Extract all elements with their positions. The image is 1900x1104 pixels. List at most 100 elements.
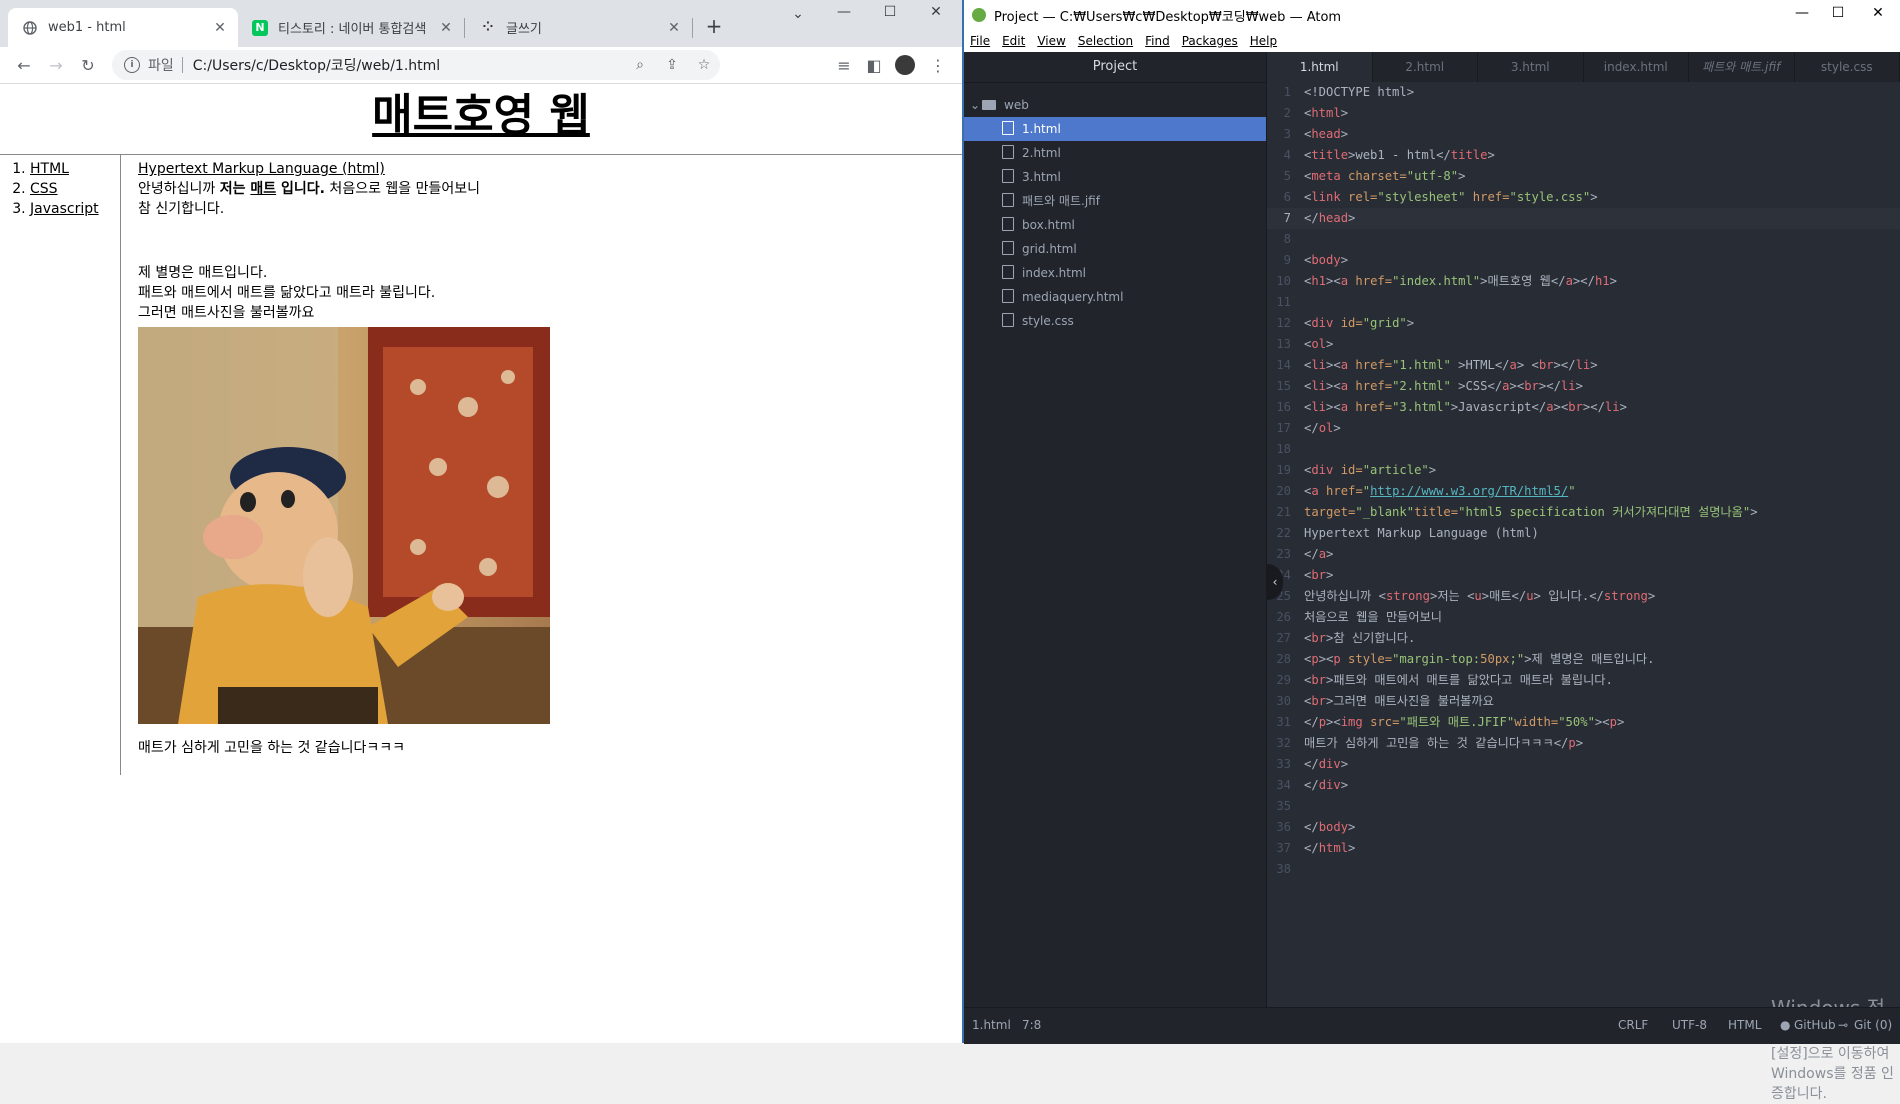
- tab-web1[interactable]: web1 - html ✕: [8, 8, 238, 47]
- editor-tab[interactable]: style.css: [1795, 52, 1900, 82]
- code-line[interactable]: 14<li><a href="1.html" >HTML</a> <br></l…: [1267, 355, 1900, 376]
- code-line[interactable]: 2<html>: [1267, 103, 1900, 124]
- code-line[interactable]: 13<ol>: [1267, 334, 1900, 355]
- tab-naver[interactable]: N 티스토리 : 네이버 통합검색 ✕: [238, 8, 464, 47]
- code-line[interactable]: 18: [1267, 439, 1900, 460]
- menu-find[interactable]: Find: [1145, 34, 1170, 48]
- menu-help[interactable]: Help: [1250, 34, 1277, 48]
- code-area[interactable]: 1<!DOCTYPE html>2<html>3<head>4<title>we…: [1267, 82, 1900, 1007]
- menu-selection[interactable]: Selection: [1078, 34, 1133, 48]
- code-line[interactable]: 1<!DOCTYPE html>: [1267, 82, 1900, 103]
- html-link[interactable]: HTML: [30, 161, 69, 177]
- code-line[interactable]: 32매트가 심하게 고민을 하는 것 같습니다ㅋㅋㅋ</p>: [1267, 733, 1900, 754]
- status-git[interactable]: Git (0): [1854, 1018, 1892, 1032]
- code-line[interactable]: 23</a>: [1267, 544, 1900, 565]
- status-file[interactable]: 1.html: [972, 1018, 1011, 1032]
- code-line[interactable]: 9<body>: [1267, 250, 1900, 271]
- url-text[interactable]: C:/Users/c/Desktop/코딩/web/1.html: [193, 55, 624, 75]
- code-line[interactable]: 7</head>: [1267, 208, 1900, 229]
- tab-search-icon[interactable]: ⌄: [776, 6, 820, 22]
- github-icon[interactable]: ●: [1780, 1018, 1790, 1032]
- code-line[interactable]: 37</html>: [1267, 838, 1900, 859]
- status-github[interactable]: GitHub: [1794, 1018, 1836, 1032]
- code-line[interactable]: 36</body>: [1267, 817, 1900, 838]
- tree-file[interactable]: 패트와 매트.jfif: [964, 189, 1266, 213]
- tree-file[interactable]: 2.html: [964, 141, 1266, 165]
- editor-tab[interactable]: 2.html: [1373, 52, 1479, 82]
- status-encoding[interactable]: UTF-8: [1672, 1018, 1707, 1032]
- menu-file[interactable]: File: [970, 34, 990, 48]
- bookmark-star-icon[interactable]: ☆: [688, 57, 720, 73]
- code-line[interactable]: 16<li><a href="3.html">Javascript</a><br…: [1267, 397, 1900, 418]
- code-line[interactable]: 31</p><img src="패트와 매트.JFIF"width="50%">…: [1267, 712, 1900, 733]
- avatar[interactable]: [893, 53, 917, 77]
- html5-spec-link[interactable]: Hypertext Markup Language (html): [138, 161, 385, 177]
- code-line[interactable]: 35: [1267, 796, 1900, 817]
- tree-file[interactable]: 1.html: [964, 117, 1266, 141]
- code-line[interactable]: 25안녕하십니까 <strong>저는 <u>매트</u> 입니다.</stro…: [1267, 586, 1900, 607]
- code-line[interactable]: 19<div id="article">: [1267, 460, 1900, 481]
- code-line[interactable]: 8: [1267, 229, 1900, 250]
- editor-tab[interactable]: 패트와 매트.jfif: [1689, 52, 1795, 82]
- maximize-icon[interactable]: ☐: [868, 4, 912, 20]
- code-line[interactable]: 4<title>web1 - html</title>: [1267, 145, 1900, 166]
- code-line[interactable]: 15<li><a href="2.html" >CSS</a><br></li>: [1267, 376, 1900, 397]
- forward-icon[interactable]: →: [44, 53, 68, 77]
- code-line[interactable]: 29<br>패트와 매트에서 매트를 닮았다고 매트라 불립니다.: [1267, 670, 1900, 691]
- close-tab-icon[interactable]: ✕: [210, 20, 230, 36]
- code-line[interactable]: 11: [1267, 292, 1900, 313]
- code-line[interactable]: 21target="_blank"title="html5 specificat…: [1267, 502, 1900, 523]
- status-cursor[interactable]: 7:8: [1022, 1018, 1041, 1032]
- code-editor[interactable]: 1.html 2.html 3.html index.html 패트와 매트.j…: [1267, 52, 1900, 1007]
- code-line[interactable]: 26처음으로 웹을 만들어보니: [1267, 607, 1900, 628]
- share-icon[interactable]: ⇪: [656, 57, 688, 73]
- code-line[interactable]: 34</div>: [1267, 775, 1900, 796]
- code-line[interactable]: 22Hypertext Markup Language (html): [1267, 523, 1900, 544]
- tree-file[interactable]: index.html: [964, 261, 1266, 285]
- code-line[interactable]: 30<br>그러면 매트사진을 불러볼까요: [1267, 691, 1900, 712]
- code-line[interactable]: 27<br>참 신기합니다.: [1267, 628, 1900, 649]
- menu-packages[interactable]: Packages: [1182, 34, 1238, 48]
- close-window-icon[interactable]: ✕: [1856, 5, 1900, 21]
- code-line[interactable]: 12<div id="grid">: [1267, 313, 1900, 334]
- code-line[interactable]: 17</ol>: [1267, 418, 1900, 439]
- code-line[interactable]: 3<head>: [1267, 124, 1900, 145]
- tree-file[interactable]: box.html: [964, 213, 1266, 237]
- new-tab-button[interactable]: +: [702, 14, 726, 38]
- editor-tab[interactable]: 1.html: [1267, 52, 1373, 82]
- minimize-icon[interactable]: —: [822, 4, 866, 20]
- git-icon[interactable]: ⊸: [1838, 1018, 1848, 1032]
- status-line-ending[interactable]: CRLF: [1618, 1018, 1648, 1032]
- menu-edit[interactable]: Edit: [1002, 34, 1025, 48]
- code-line[interactable]: 33</div>: [1267, 754, 1900, 775]
- close-tab-icon[interactable]: ✕: [664, 20, 684, 36]
- home-link[interactable]: 매트호영 웹: [372, 90, 590, 141]
- tree-file[interactable]: style.css: [964, 309, 1266, 333]
- code-line[interactable]: 5<meta charset="utf-8">: [1267, 166, 1900, 187]
- javascript-link[interactable]: Javascript: [30, 201, 99, 217]
- info-icon[interactable]: i: [124, 57, 140, 73]
- tree-file[interactable]: grid.html: [964, 237, 1266, 261]
- maximize-icon[interactable]: ☐: [1816, 5, 1860, 21]
- tree-folder-web[interactable]: ⌄web: [964, 93, 1266, 117]
- code-line[interactable]: 24<br>: [1267, 565, 1900, 586]
- tab-tistory[interactable]: ⁘ 글쓰기 ✕: [466, 8, 692, 47]
- close-tab-icon[interactable]: ✕: [436, 20, 456, 36]
- code-line[interactable]: 10<h1><a href="index.html">매트호영 웹</a></h…: [1267, 271, 1900, 292]
- more-menu-icon[interactable]: ⋮: [926, 53, 950, 77]
- menu-view[interactable]: View: [1037, 34, 1065, 48]
- reading-list-icon[interactable]: ≡: [832, 53, 856, 77]
- tree-file[interactable]: mediaquery.html: [964, 285, 1266, 309]
- status-grammar[interactable]: HTML: [1728, 1018, 1761, 1032]
- css-link[interactable]: CSS: [30, 181, 58, 197]
- tree-file[interactable]: 3.html: [964, 165, 1266, 189]
- code-line[interactable]: 6<link rel="stylesheet" href="style.css"…: [1267, 187, 1900, 208]
- address-bar[interactable]: i 파일 C:/Users/c/Desktop/코딩/web/1.html ⌕ …: [112, 50, 720, 80]
- code-line[interactable]: 28<p><p style="margin-top:50px;">제 별명은 매…: [1267, 649, 1900, 670]
- close-window-icon[interactable]: ✕: [914, 4, 958, 20]
- editor-tab[interactable]: index.html: [1584, 52, 1690, 82]
- reload-icon[interactable]: ↻: [76, 53, 100, 77]
- back-icon[interactable]: ←: [12, 53, 36, 77]
- side-panel-icon[interactable]: ◧: [862, 53, 886, 77]
- zoom-icon[interactable]: ⌕: [624, 57, 656, 73]
